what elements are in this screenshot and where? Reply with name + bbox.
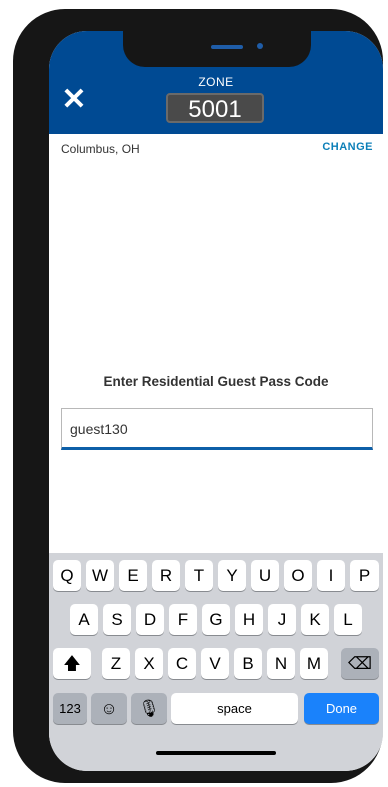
guest-pass-input[interactable]: guest130 [61, 408, 373, 450]
key-m[interactable]: M [300, 648, 328, 679]
key-k[interactable]: K [301, 604, 329, 635]
key-g[interactable]: G [202, 604, 230, 635]
home-indicator[interactable] [156, 751, 276, 755]
shift-icon: 🡅 [63, 654, 81, 673]
key-v[interactable]: V [201, 648, 229, 679]
key-a[interactable]: A [70, 604, 98, 635]
key-s[interactable]: S [103, 604, 131, 635]
zone-number: 5001 [166, 93, 264, 123]
speaker-grille [211, 45, 243, 49]
key-x[interactable]: X [135, 648, 163, 679]
key-j[interactable]: J [268, 604, 296, 635]
app-screen: ✕ ZONE 5001 Columbus, OH CHANGE Enter Re… [49, 31, 383, 771]
key-p[interactable]: P [350, 560, 379, 591]
guest-pass-prompt: Enter Residential Guest Pass Code [103, 374, 329, 389]
close-button[interactable]: ✕ [61, 85, 87, 115]
key-c[interactable]: C [168, 648, 196, 679]
keyboard: Q W E R T Y U O I P A S D F G H J K L 🡅 … [49, 553, 383, 771]
key-e[interactable]: E [119, 560, 147, 591]
guest-pass-input-value: guest130 [70, 421, 128, 437]
key-o[interactable]: O [284, 560, 312, 591]
phone-frame: ✕ ZONE 5001 Columbus, OH CHANGE Enter Re… [13, 9, 383, 783]
key-q[interactable]: Q [53, 560, 81, 591]
numbers-key[interactable]: 123 [53, 693, 87, 724]
camera-dot [257, 43, 263, 49]
key-y[interactable]: Y [218, 560, 246, 591]
key-h[interactable]: H [235, 604, 263, 635]
emoji-key[interactable]: ☺ [91, 693, 127, 724]
key-l[interactable]: L [334, 604, 362, 635]
microphone-icon: 🎙 [138, 699, 160, 718]
space-key[interactable]: space [171, 693, 298, 724]
shift-key[interactable]: 🡅 [53, 648, 91, 679]
zone-label: ZONE [198, 75, 234, 89]
delete-icon: ⌫ [347, 654, 373, 673]
microphone-key[interactable]: 🎙 [131, 693, 167, 724]
done-key[interactable]: Done [304, 693, 379, 724]
key-i[interactable]: I [317, 560, 345, 591]
key-z[interactable]: Z [102, 648, 130, 679]
location-city: Columbus, OH [61, 142, 140, 156]
key-n[interactable]: N [267, 648, 295, 679]
change-location-link[interactable]: CHANGE [322, 141, 373, 153]
notch [123, 31, 311, 67]
key-b[interactable]: B [234, 648, 262, 679]
key-d[interactable]: D [136, 604, 164, 635]
key-r[interactable]: R [152, 560, 180, 591]
key-w[interactable]: W [86, 560, 114, 591]
delete-key[interactable]: ⌫ [341, 648, 379, 679]
key-u[interactable]: U [251, 560, 279, 591]
emoji-icon: ☺ [100, 699, 118, 718]
key-t[interactable]: T [185, 560, 213, 591]
key-f[interactable]: F [169, 604, 197, 635]
